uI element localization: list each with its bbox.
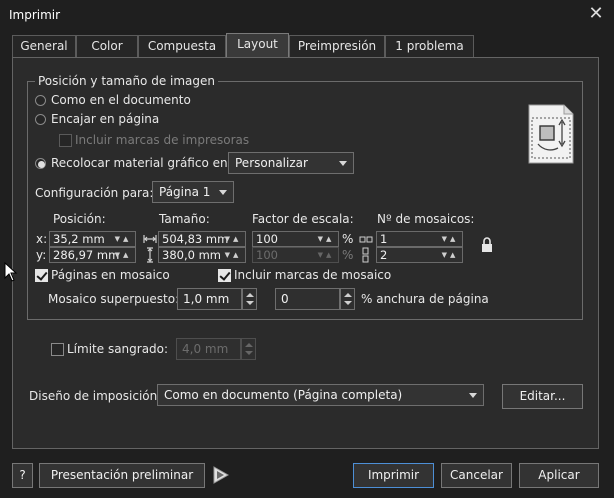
position-header: Posición: (53, 212, 106, 226)
x-label: x: (36, 232, 48, 246)
tab-preimpresion[interactable]: Preimpresión (289, 35, 385, 57)
bleed-field[interactable]: 4,0 mm (176, 338, 241, 360)
overlap-percent-spinner[interactable] (340, 288, 355, 310)
fit-page-label: Encajar en página (51, 112, 160, 126)
help-button[interactable]: ? (12, 463, 33, 488)
position-y-field[interactable]: 286,97 mm ▼▲ (49, 247, 136, 263)
spinner-arrows-icon[interactable]: ▼▲ (111, 248, 135, 262)
height-icon (145, 247, 155, 263)
cancel-button[interactable]: Cancelar (441, 463, 512, 488)
config-page-value: Página 1 (159, 185, 211, 199)
scale-x-value: 100 (256, 232, 278, 246)
scale-y-field[interactable]: 100 ▼▲ (252, 247, 339, 263)
imposition-value: Como en documento (Página completa) (164, 388, 403, 402)
spinner-arrows-icon[interactable]: ▼▲ (221, 248, 245, 262)
reposition-select[interactable]: Personalizar (228, 152, 354, 174)
mouse-cursor-icon (4, 261, 18, 282)
reposition-label: Recolocar material gráfico en (51, 156, 228, 170)
spinner-arrows-icon: ▼▲ (317, 251, 335, 259)
tab-color[interactable]: Color (76, 35, 138, 57)
radio-fit-page[interactable] (35, 114, 46, 125)
expand-preview-icon[interactable] (212, 465, 230, 485)
tile-pages-label: Páginas en mosaico (51, 268, 170, 282)
tab-problems[interactable]: 1 problema (385, 35, 474, 57)
spinner-arrows-icon[interactable]: ▼▲ (111, 232, 135, 246)
chevron-down-icon (339, 161, 347, 166)
tile-pages-checkbox[interactable] (35, 269, 48, 282)
tiles-x-value: 1 (380, 232, 388, 246)
width-icon (143, 233, 157, 245)
scale-y-percent: % (342, 248, 354, 262)
scale-x-percent: % (342, 232, 354, 246)
window-title: Imprimir (9, 8, 61, 22)
as-document-label: Como en el documento (51, 93, 191, 107)
radio-as-document[interactable] (35, 95, 46, 106)
config-label: Configuración para: (35, 186, 154, 200)
edit-button[interactable]: Editar... (502, 384, 583, 409)
overlap-label: Mosaico superpuesto: (48, 292, 180, 306)
overlap-spinner[interactable] (242, 288, 257, 310)
imposition-label: Diseño de imposición: (29, 389, 162, 403)
position-y-value: 286,97 mm (53, 248, 120, 262)
printer-marks-label: Incluir marcas de impresoras (75, 133, 250, 147)
size-height-value: 380,0 mm (162, 248, 221, 262)
chevron-down-icon (469, 393, 477, 398)
overlap-suffix: % anchura de página (361, 292, 489, 306)
radio-reposition[interactable] (35, 158, 46, 169)
scale-x-field[interactable]: 100 ▼▲ (252, 231, 339, 247)
bleed-spinner (241, 338, 256, 360)
bleed-checkbox[interactable] (51, 343, 64, 356)
close-icon[interactable]: ✕ (585, 3, 607, 25)
tile-marks-label: Incluir marcas de mosaico (234, 268, 392, 282)
tab-compuesta[interactable]: Compuesta (138, 35, 226, 57)
tiles-x-field[interactable]: 1 ▼▲ (376, 231, 463, 247)
tiles-horizontal-icon (359, 234, 373, 244)
overlap-percent-field[interactable]: 0 (275, 288, 340, 310)
overlap-field[interactable]: 1,0 mm (177, 288, 242, 310)
size-width-field[interactable]: 504,83 mm ▼▲ (158, 231, 246, 247)
tab-general[interactable]: General (12, 35, 76, 57)
spinner-arrows-icon[interactable]: ▼▲ (221, 232, 245, 246)
spinner-arrows-icon[interactable]: ▼▲ (438, 232, 462, 246)
tiles-header: Nº de mosaicos: (377, 212, 475, 226)
scale-header: Factor de escala: (252, 212, 354, 226)
size-header: Tamaño: (159, 212, 210, 226)
spinner-arrows-icon[interactable]: ▼▲ (438, 248, 462, 262)
group-title: Posición y tamaño de imagen (35, 74, 219, 88)
config-page-select[interactable]: Página 1 (152, 181, 234, 203)
imposition-select[interactable]: Como en documento (Página completa) (157, 384, 484, 406)
bleed-label: Límite sangrado: (67, 342, 169, 356)
scale-y-value: 100 (256, 248, 278, 262)
page-preview-icon (528, 104, 574, 164)
lock-icon[interactable] (480, 236, 494, 254)
tiles-y-field[interactable]: 2 ▼▲ (376, 247, 463, 263)
size-width-value: 504,83 mm (162, 232, 229, 246)
apply-button[interactable]: Aplicar (519, 463, 599, 488)
position-x-value: 35,2 mm (53, 232, 105, 246)
printer-marks-checkbox[interactable] (59, 134, 72, 147)
tiles-vertical-icon (361, 247, 371, 263)
reposition-select-value: Personalizar (235, 156, 308, 170)
tab-layout[interactable]: Layout (226, 33, 289, 58)
print-button[interactable]: Imprimir (353, 463, 434, 488)
tiles-y-value: 2 (380, 248, 388, 262)
size-height-field[interactable]: 380,0 mm ▼▲ (158, 247, 246, 263)
print-preview-button[interactable]: Presentación preliminar (39, 463, 205, 488)
y-label: y: (36, 248, 47, 262)
spinner-arrows-icon[interactable]: ▼▲ (314, 232, 338, 246)
tile-marks-checkbox[interactable] (218, 269, 231, 282)
chevron-down-icon (219, 190, 227, 195)
position-x-field[interactable]: 35,2 mm ▼▲ (49, 231, 136, 247)
